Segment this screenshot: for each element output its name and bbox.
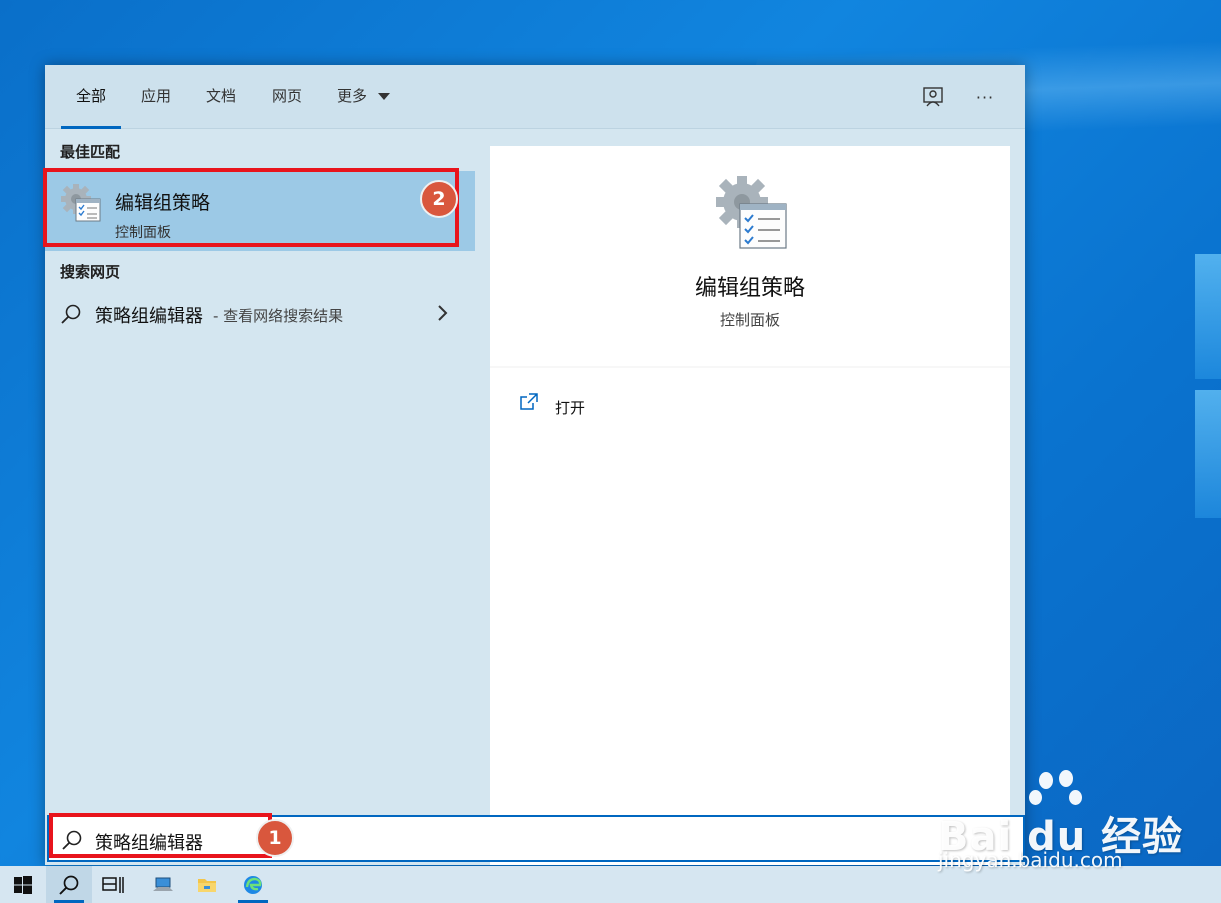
desktop-window-logo-pane bbox=[1195, 390, 1221, 518]
tab-all[interactable]: 全部 bbox=[61, 65, 122, 129]
preview-title: 编辑组策略 bbox=[694, 276, 805, 301]
best-match-subtitle: 控制面板 bbox=[115, 225, 171, 241]
tab-label: 全部 bbox=[76, 87, 107, 105]
open-action-label: 打开 bbox=[555, 399, 586, 417]
search-filter-tabs: 全部 应用 文档 网页 更多 ··· bbox=[45, 65, 1025, 129]
tab-apps[interactable]: 应用 bbox=[141, 65, 171, 129]
baidu-jingyan-watermark: Bai du 经验 jingyan.baidu.com bbox=[935, 770, 1185, 880]
ellipsis-text: ··· bbox=[975, 87, 995, 107]
desktop-window-logo-pane bbox=[1195, 254, 1221, 379]
tab-documents[interactable]: 文档 bbox=[206, 65, 236, 129]
search-icon[interactable] bbox=[46, 866, 92, 903]
search-icon bbox=[62, 830, 82, 850]
network-app-icon[interactable] bbox=[140, 866, 186, 903]
search-icon bbox=[61, 304, 81, 324]
paw-toe bbox=[1069, 790, 1082, 805]
windows-start-icon[interactable] bbox=[0, 866, 46, 903]
web-search-heading: 搜索网页 bbox=[60, 263, 121, 281]
file-explorer-icon[interactable] bbox=[184, 866, 230, 903]
web-search-suffix: - 查看网络搜索结果 bbox=[213, 307, 344, 325]
watermark-url: jingyan.baidu.com bbox=[938, 848, 1123, 872]
paw-toe bbox=[1029, 790, 1042, 805]
edge-icon[interactable] bbox=[230, 866, 276, 903]
preview-header: 编辑组策略 控制面板 bbox=[490, 146, 1010, 366]
result-preview-pane: 编辑组策略 控制面板 打开 bbox=[490, 146, 1010, 865]
results-list: 最佳匹配 编辑组策略 控制面板 搜索网页 策略组编辑器 - 查看网络搜索结果 bbox=[45, 129, 475, 865]
web-search-query: 策略组编辑器 bbox=[95, 306, 203, 327]
group-policy-large-icon bbox=[716, 176, 787, 249]
tab-label: 文档 bbox=[206, 87, 237, 105]
web-search-result[interactable]: 策略组编辑器 - 查看网络搜索结果 bbox=[45, 295, 475, 333]
preview-subtitle: 控制面板 bbox=[719, 311, 780, 329]
chevron-down-icon bbox=[377, 93, 390, 100]
tab-label: 应用 bbox=[141, 87, 172, 105]
tab-web[interactable]: 网页 bbox=[272, 65, 302, 129]
group-policy-icon bbox=[61, 184, 101, 222]
feedback-icon[interactable] bbox=[919, 83, 947, 111]
preview-actions: 打开 bbox=[490, 368, 1010, 865]
best-match-result[interactable]: 编辑组策略 控制面板 bbox=[45, 171, 475, 251]
tab-label: 网页 bbox=[272, 87, 303, 105]
tab-more-dropdown[interactable]: 更多 bbox=[337, 65, 390, 129]
best-match-heading: 最佳匹配 bbox=[60, 143, 121, 161]
search-input[interactable]: 策略组编辑器 bbox=[95, 829, 695, 855]
chevron-right-icon bbox=[438, 305, 448, 321]
start-search-panel: 全部 应用 文档 网页 更多 ··· 最佳匹配 编辑组策略 控制面板 搜索网页 … bbox=[45, 65, 1025, 865]
annotation-step-badge: 1 bbox=[256, 819, 294, 857]
task-view-icon[interactable] bbox=[90, 866, 136, 903]
search-box[interactable]: 策略组编辑器 bbox=[47, 815, 1025, 862]
paw-toe bbox=[1059, 770, 1073, 787]
annotation-step-badge: 2 bbox=[420, 180, 458, 218]
open-external-icon bbox=[520, 393, 538, 410]
tab-label: 更多 bbox=[337, 87, 368, 105]
best-match-title: 编辑组策略 bbox=[115, 192, 211, 214]
more-options-icon[interactable]: ··· bbox=[971, 83, 999, 111]
paw-toe bbox=[1039, 772, 1053, 789]
